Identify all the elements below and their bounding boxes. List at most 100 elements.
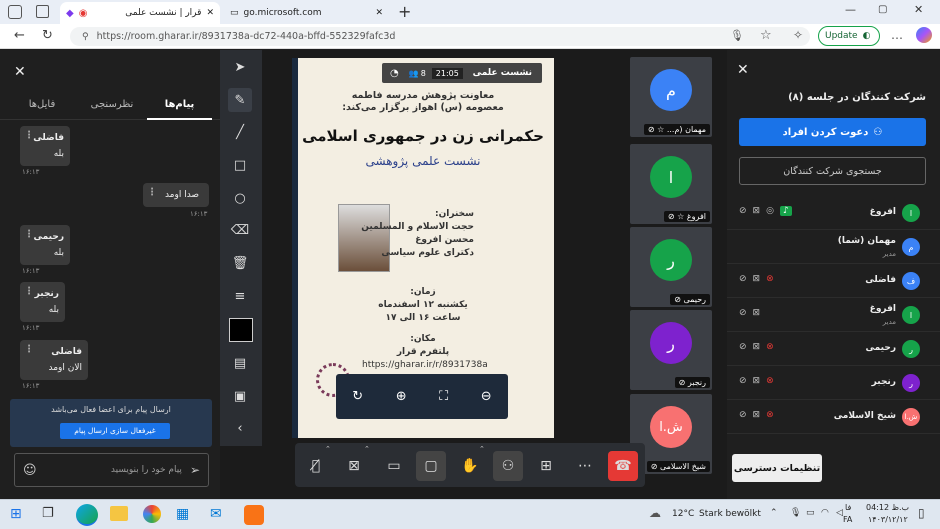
reload-icon[interactable]: ↻ (42, 28, 53, 43)
participant-row[interactable]: م مهمان (شما) مدیر (727, 230, 940, 264)
access-settings-button[interactable]: تنظیمات دسترسی (732, 454, 822, 482)
trash-icon[interactable]: 🗑 (228, 251, 252, 275)
task-view-icon[interactable]: ❐ (42, 506, 54, 521)
update-button[interactable]: Update ◐ (818, 26, 880, 46)
camera-off-icon[interactable]: ⊠ (753, 206, 761, 216)
mic-off-icon[interactable]: ⊘ (739, 410, 747, 420)
pointer-icon[interactable]: ➤ (228, 55, 252, 79)
favorites-icon[interactable]: ✧ (793, 28, 803, 42)
line-width-icon[interactable]: ≡ (228, 284, 252, 308)
camera-off-icon[interactable]: ⊠ (753, 342, 761, 352)
tab-messages[interactable]: پیام‌ها (147, 92, 212, 120)
mic-toggle-button[interactable]: 🎙̸ (301, 451, 331, 481)
more-button[interactable]: ⋯ (570, 451, 600, 481)
notification-icon[interactable]: ▯ (918, 506, 925, 520)
participant-row[interactable]: ر رحیمی ⊘ ⊠ ⊗ (727, 332, 940, 366)
app-icon[interactable] (244, 505, 264, 525)
camera-off-icon[interactable]: ⊠ (753, 376, 761, 386)
message-options-icon[interactable]: ⋮ (24, 286, 34, 297)
tab-files[interactable]: فایل‌ها (12, 92, 72, 118)
document-icon[interactable]: ▤ (228, 351, 252, 375)
mail-icon[interactable]: ✉ (210, 506, 222, 522)
store-icon[interactable]: ▦ (176, 506, 189, 522)
reset-icon[interactable]: ↻ (352, 389, 363, 404)
mic-icon[interactable]: 🎙 (730, 29, 744, 42)
screen-share-button[interactable]: ▭ (379, 451, 409, 481)
video-tile[interactable]: ر رحیمی ⊘ (630, 227, 712, 307)
disable-messaging-button[interactable]: غیرفعال سازی ارسال پیام (60, 423, 170, 439)
participants-button[interactable]: ⚇ (493, 451, 523, 481)
mic-off-icon[interactable]: ⊘ (739, 274, 747, 284)
tab-microsoft[interactable]: ▭ go.microsoft.com ✕ (224, 2, 389, 24)
participant-row[interactable]: ش.ا شیخ الاسلامی ⊘ ⊠ ⊗ (727, 400, 940, 434)
mic-off-icon[interactable]: ⊘ (739, 308, 747, 318)
windows-start-icon[interactable]: ⊞ (10, 506, 22, 522)
profile-icon[interactable] (8, 5, 22, 19)
fullscreen-icon[interactable]: ⛶ (439, 389, 448, 404)
color-picker[interactable] (229, 318, 253, 342)
message-options-icon[interactable]: ⋮ (24, 130, 34, 141)
file-explorer-icon[interactable] (110, 506, 128, 521)
camera-options-chevron-icon[interactable]: ⌃ (364, 445, 370, 453)
tab-gharar[interactable]: ◆ ◉ قرار | نشست علمی ✕ (60, 2, 220, 24)
edge-icon[interactable] (76, 504, 98, 526)
tray-chevron-icon[interactable]: ⌃ (770, 508, 778, 518)
close-window-icon[interactable]: ✕ (914, 3, 923, 16)
site-info-icon[interactable]: ⚲ (82, 32, 89, 42)
menu-icon[interactable]: … (891, 28, 903, 42)
back-icon[interactable]: ← (14, 28, 25, 43)
zoom-in-icon[interactable]: ⊕ (396, 389, 407, 404)
camera-off-icon[interactable]: ⊠ (753, 274, 761, 284)
circle-icon[interactable]: ○ (228, 186, 252, 210)
save-icon[interactable]: ▣ (228, 384, 252, 408)
participant-row[interactable]: ا افروغ ⊘ ⊠ ◎ ♪ (727, 196, 940, 230)
leave-call-button[interactable]: ☎ (608, 451, 638, 481)
close-chat-icon[interactable]: ✕ (14, 64, 26, 80)
remove-icon[interactable]: ⊗ (766, 376, 774, 386)
mic-off-icon[interactable]: ⊘ (739, 206, 747, 216)
remove-icon[interactable]: ⊗ (766, 274, 774, 284)
mic-off-icon[interactable]: ⊘ (739, 376, 747, 386)
tab-polls[interactable]: نظرسنجی (82, 92, 142, 118)
eraser-icon[interactable]: ⌫ (228, 218, 252, 242)
collapse-icon[interactable]: ‹ (228, 416, 252, 440)
participant-search-input[interactable]: جستجوی شرکت کنندگان (739, 157, 926, 185)
zoom-out-icon[interactable]: ⊖ (481, 389, 492, 404)
rectangle-icon[interactable]: □ (228, 153, 252, 177)
line-icon[interactable]: ╱ (228, 120, 252, 144)
camera-off-icon[interactable]: ⊠ (753, 410, 761, 420)
participant-row[interactable]: ر رنجبر ⊘ ⊠ ⊗ (727, 366, 940, 400)
camera-off-icon[interactable]: ⊠ (753, 308, 761, 318)
url-bar[interactable]: ⚲ https://room.gharar.ir/8931738a-dc72-4… (70, 27, 810, 46)
lang-indicator[interactable]: فا (845, 503, 851, 512)
copilot-icon[interactable] (916, 27, 932, 43)
video-tile[interactable]: م مهمان (م... ☆ ⊘ (630, 57, 712, 137)
maximize-icon[interactable]: ▢ (878, 4, 887, 15)
camera-toggle-button[interactable]: ⊠ (339, 451, 369, 481)
participant-row[interactable]: ف فاضلی ⊘ ⊠ ⊗ (727, 264, 940, 298)
invite-button[interactable]: ⚇ دعوت کردن افراد (739, 118, 926, 146)
message-input[interactable]: ☺ پیام خود را بنویسید ➢ (14, 453, 209, 487)
message-options-icon[interactable]: ⋮ (24, 229, 34, 240)
chrome-icon[interactable] (143, 505, 161, 523)
minimize-icon[interactable]: — (845, 3, 856, 16)
mic-off-icon[interactable]: ⊘ (739, 342, 747, 352)
message-options-icon[interactable]: ⋮ (147, 187, 157, 198)
video-tile[interactable]: ا افروغ ☆ ⊘ (630, 144, 712, 224)
close-participants-icon[interactable]: ✕ (737, 62, 749, 78)
remove-icon[interactable]: ⊗ (766, 342, 774, 352)
send-icon[interactable]: ➢ (190, 463, 200, 477)
emoji-icon[interactable]: ☺ (23, 463, 37, 478)
video-tile[interactable]: ر رنجبر ⊘ (630, 310, 712, 390)
whiteboard-button[interactable]: ▢ (416, 451, 446, 481)
new-tab-icon[interactable]: + (398, 2, 411, 21)
message-options-icon[interactable]: ⋮ (24, 344, 34, 355)
pen-icon[interactable]: ✎ (228, 88, 252, 112)
participant-row[interactable]: ا افروغ مدیر ⊘ ⊠ (727, 298, 940, 332)
close-tab-icon[interactable]: ✕ (206, 8, 214, 18)
raise-hand-button[interactable]: ✋ (455, 451, 485, 481)
mic-options-chevron-icon[interactable]: ⌃ (325, 445, 331, 453)
tab-actions-icon[interactable] (36, 5, 49, 18)
layout-button[interactable]: ⊞ (531, 451, 561, 481)
lang-code[interactable]: FA (843, 515, 852, 524)
